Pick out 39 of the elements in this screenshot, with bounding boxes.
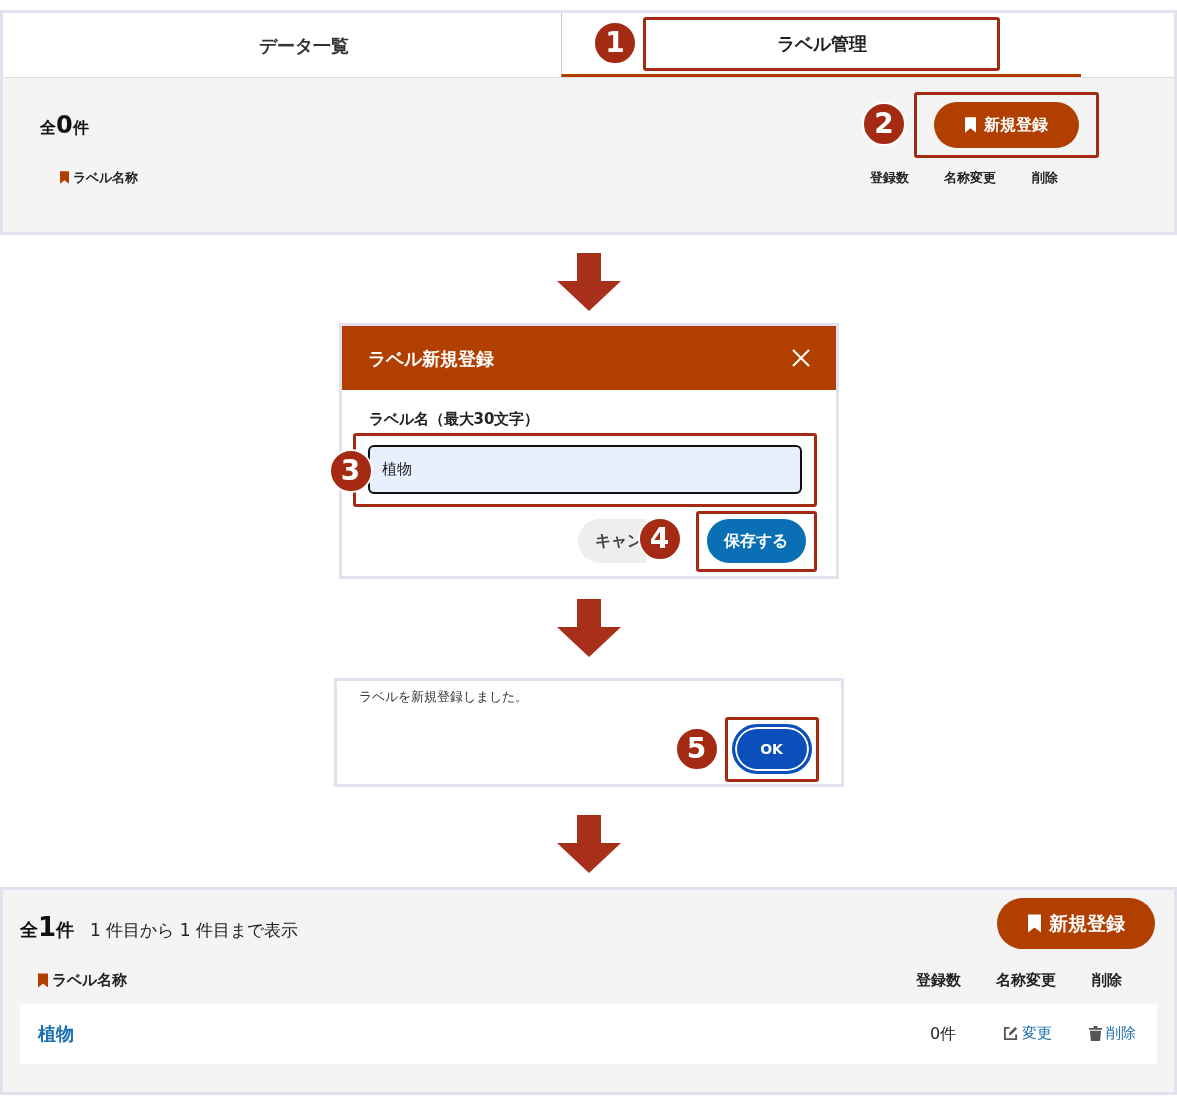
column-header: ラベル名称 [20,969,916,992]
column-header: 名称変更 [996,970,1057,991]
label-name-input[interactable]: 植物 [367,445,802,494]
rename-link[interactable]: 変更 [1003,1022,1089,1045]
tab[interactable]: ラベル管理 [776,30,867,57]
ok-button[interactable]: OK [731,724,812,774]
table-cell-text: 0件 [930,1022,958,1045]
bookmark-icon [1027,914,1041,933]
label-name-link[interactable]: 植物 [38,1020,930,1047]
trash-icon [1089,1026,1102,1041]
column-header: 登録数 [916,970,962,991]
delete-link[interactable]: 削除 [1089,1022,1139,1045]
new-label-button[interactable]: 新規登録 [997,898,1155,949]
down-arrow-icon [556,815,621,873]
close-icon[interactable] [791,349,810,367]
tab[interactable]: データ一覧 [259,31,349,59]
save-button[interactable]: 保存する [706,519,806,563]
range-text: 1 件目から 1 件目まで表示 [90,919,298,942]
column-header: 削除 [1032,169,1059,187]
new-label-button[interactable]: 新規登録 [934,102,1079,148]
alert-message: ラベルを新規登録しました。 [358,688,529,706]
field-label: ラベル名（最大30文字） [367,409,541,430]
total-count: 全0件 [40,110,89,141]
bookmark-icon [60,171,69,185]
step-number: 2 [862,102,906,146]
down-arrow-icon [556,599,621,657]
edit-icon [1003,1026,1018,1041]
step-number: 1 [593,20,637,65]
step-number: 4 [637,516,682,561]
column-header: 名称変更 [944,169,997,187]
total-count: 全1件 [20,911,75,944]
column-header: ラベル名称 [40,168,870,188]
column-header: 登録数 [870,169,910,187]
bookmark-icon [965,117,976,133]
down-arrow-icon [556,253,621,311]
step-number: 5 [674,726,719,771]
bookmark-icon [38,972,48,988]
dialog-title: ラベル新規登録 [367,346,494,371]
column-header: 削除 [1092,970,1123,991]
